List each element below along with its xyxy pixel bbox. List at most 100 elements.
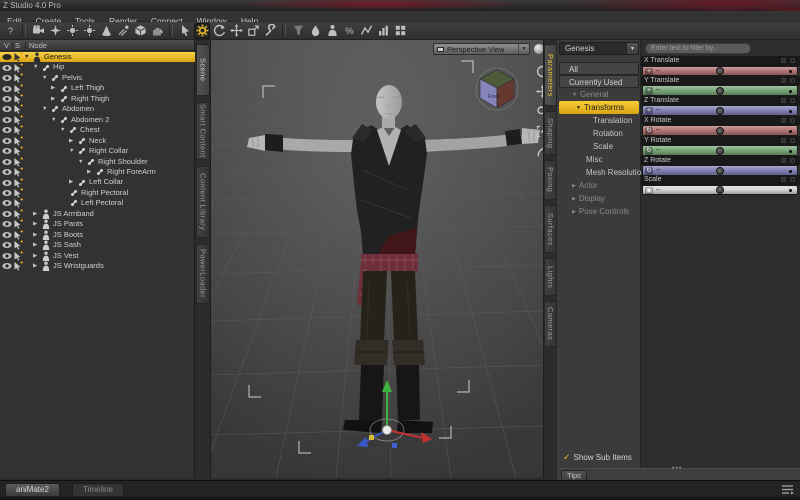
param-flag-icon[interactable]: [781, 177, 786, 183]
param-nav-rotation[interactable]: Rotation: [559, 127, 639, 140]
param-options-icon[interactable]: [790, 157, 795, 163]
visibility-eye-icon[interactable]: [2, 177, 12, 187]
param-nav-display[interactable]: ▶ Display: [559, 192, 639, 205]
expand-arrow-icon[interactable]: ▶: [33, 230, 37, 240]
frame-icon[interactable]: [535, 124, 543, 139]
expand-arrow-icon[interactable]: ▶: [51, 83, 55, 93]
selectable-pointer-icon[interactable]: [13, 52, 23, 62]
param-options-icon[interactable]: [790, 97, 795, 103]
view-cube-face-label[interactable]: Front: [488, 94, 500, 100]
nudge-minus-button[interactable]: –: [656, 85, 660, 94]
nudge-minus-button[interactable]: –: [656, 145, 660, 154]
figure-setup-icon[interactable]: [324, 23, 340, 39]
selectable-pointer-icon[interactable]: [13, 198, 23, 209]
nudge-minus-button[interactable]: –: [656, 66, 660, 75]
scene-node-abdomen-2[interactable]: ▼ Abdomen 2: [0, 115, 195, 125]
expand-arrow-icon[interactable]: ▶: [572, 183, 576, 189]
expand-arrow-icon[interactable]: ▶: [51, 94, 55, 104]
param-options-icon[interactable]: [790, 77, 795, 83]
visibility-eye-icon[interactable]: [2, 251, 12, 261]
expand-arrow-icon[interactable]: ▶: [33, 219, 37, 229]
scene-node-chest[interactable]: ▼ Chest: [0, 125, 195, 135]
visibility-eye-icon[interactable]: [2, 115, 12, 125]
slider-z-rotate[interactable]: ↻ –: [642, 165, 798, 176]
nudge-minus-button[interactable]: –: [656, 165, 660, 174]
nudge-minus-button[interactable]: –: [656, 105, 660, 114]
scene-node-right-pectoral[interactable]: Right Pectoral: [0, 188, 195, 198]
node-selection-tool-icon[interactable]: [177, 23, 193, 39]
scene-node-neck[interactable]: ▶ Neck: [0, 136, 195, 146]
active-pose-tool-icon[interactable]: [194, 22, 210, 39]
nudge-minus-button[interactable]: –: [656, 185, 660, 194]
expand-arrow-icon[interactable]: ▼: [42, 104, 47, 114]
scene-node-hip[interactable]: ▼ Hip: [0, 62, 195, 73]
nudge-minus-button[interactable]: –: [656, 125, 660, 134]
scene-node-js-armband[interactable]: ▶ JS Armband: [0, 209, 195, 219]
visibility-eye-icon[interactable]: [2, 219, 12, 229]
param-flag-icon[interactable]: [781, 97, 786, 103]
tab-animate2[interactable]: aniMate2: [5, 483, 60, 496]
viewport[interactable]: Front Perspective View ▼: [211, 40, 543, 478]
slider-knob[interactable]: [716, 86, 724, 95]
translate-tool-icon[interactable]: [228, 23, 244, 39]
visibility-eye-icon[interactable]: [2, 188, 12, 198]
measure-metrics-icon[interactable]: [375, 23, 391, 39]
visibility-eye-icon[interactable]: [2, 104, 12, 114]
reset-view-icon[interactable]: [535, 144, 543, 159]
selectable-pointer-icon[interactable]: [13, 115, 23, 125]
param-options-icon[interactable]: [790, 117, 795, 123]
scope-selector[interactable]: Genesis ▼: [559, 42, 639, 55]
expand-arrow-icon[interactable]: ▶: [33, 251, 37, 261]
show-sub-items-checkbox[interactable]: ✓ Show Sub Items: [563, 452, 632, 463]
scene-node-js-sash[interactable]: ▶ JS Sash: [0, 240, 195, 251]
selectable-pointer-icon[interactable]: [13, 177, 23, 188]
visibility-eye-icon[interactable]: [2, 230, 12, 240]
slider-y-rotate[interactable]: ↻ –: [642, 145, 798, 156]
expand-arrow-icon[interactable]: ▼: [42, 73, 47, 83]
rotate-tool-icon[interactable]: [211, 23, 227, 39]
tab-parameters[interactable]: Parameters: [544, 44, 557, 106]
visibility-eye-icon[interactable]: [2, 198, 12, 208]
selectable-pointer-icon[interactable]: [13, 240, 23, 250]
pan-icon[interactable]: [535, 84, 543, 99]
param-options-icon[interactable]: [790, 177, 795, 183]
memorize-pose-icon[interactable]: [392, 23, 408, 39]
visibility-eye-icon[interactable]: [2, 83, 12, 93]
slider-x-translate[interactable]: + –: [642, 65, 798, 76]
visibility-eye-icon[interactable]: [2, 136, 12, 146]
param-nav-misc[interactable]: Misc: [559, 153, 639, 166]
tab-lights[interactable]: Lights: [544, 258, 557, 296]
expand-arrow-icon[interactable]: ▶: [572, 209, 576, 215]
selectable-pointer-icon[interactable]: [13, 188, 23, 198]
visibility-eye-icon[interactable]: [2, 62, 12, 72]
slider-scale[interactable]: ▣ –: [642, 184, 798, 196]
viewport-canvas[interactable]: Front: [211, 40, 543, 478]
spotlight-icon[interactable]: [98, 23, 114, 39]
visibility-eye-icon[interactable]: [2, 261, 12, 271]
param-flag-icon[interactable]: [781, 58, 786, 63]
expand-arrow-icon[interactable]: ▼: [24, 52, 29, 62]
param-nav-pose-controls[interactable]: ▶ Pose Controls: [559, 205, 639, 218]
selectable-pointer-icon[interactable]: [13, 219, 23, 229]
expand-arrow-icon[interactable]: ▼: [78, 157, 83, 167]
expand-arrow-icon[interactable]: ▶: [69, 136, 73, 146]
param-flag-icon[interactable]: [781, 77, 786, 83]
slider-knob[interactable]: [716, 166, 724, 175]
tab-surfaces[interactable]: Surfaces: [544, 205, 557, 253]
param-flag-icon[interactable]: [781, 117, 786, 123]
param-nav-currently-used[interactable]: Currently Used: [559, 75, 639, 88]
selectable-pointer-icon[interactable]: [13, 146, 23, 156]
expand-arrow-icon[interactable]: ▼: [576, 105, 581, 111]
scene-node-js-vest[interactable]: ▶ JS Vest: [0, 251, 195, 261]
selectable-pointer-icon[interactable]: [13, 167, 23, 177]
slider-knob[interactable]: [716, 186, 724, 195]
expand-arrow-icon[interactable]: ▼: [69, 146, 74, 156]
tab-timeline[interactable]: Timeline: [72, 483, 124, 496]
selectable-pointer-icon[interactable]: [13, 73, 23, 83]
selectable-pointer-icon[interactable]: [13, 230, 23, 240]
param-nav-all[interactable]: All: [559, 62, 639, 75]
visibility-eye-icon[interactable]: [2, 125, 12, 135]
distant-light-icon[interactable]: [47, 23, 63, 39]
scene-node-left-collar[interactable]: ▶ Left Collar: [0, 177, 195, 188]
scene-node-left-thigh[interactable]: ▶ Left Thigh: [0, 83, 195, 94]
